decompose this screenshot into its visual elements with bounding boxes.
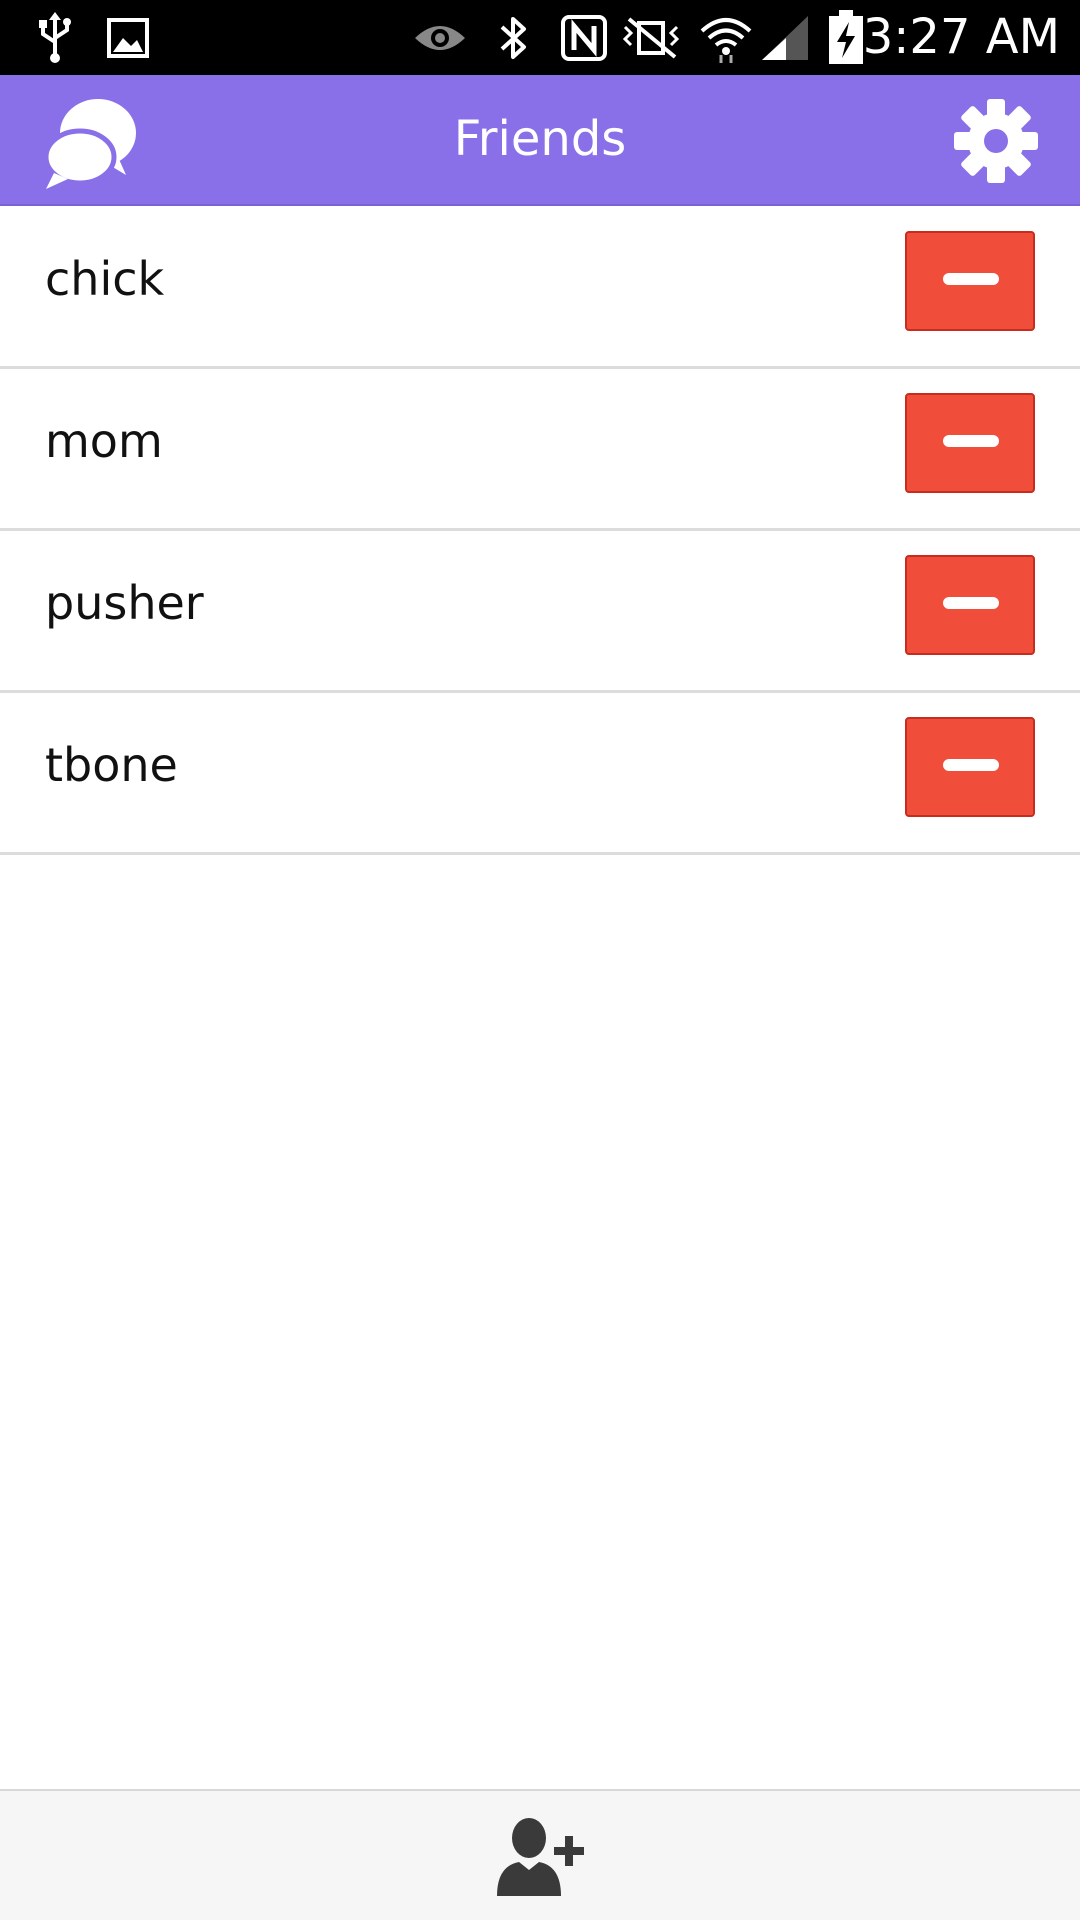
minus-icon [943, 435, 999, 447]
wifi-icon [698, 10, 754, 65]
image-icon [105, 10, 150, 65]
usb-icon [30, 10, 80, 65]
remove-friend-button[interactable] [905, 393, 1035, 493]
minus-icon [943, 273, 999, 285]
gear-icon[interactable] [952, 97, 1040, 185]
status-bar: 3:27 AM [0, 0, 1080, 75]
friend-name: tbone [45, 738, 178, 792]
remove-friend-button[interactable] [905, 555, 1035, 655]
signal-icon [760, 10, 810, 65]
status-time: 3:27 AM [862, 9, 1060, 65]
remove-friend-button[interactable] [905, 231, 1035, 331]
friend-row[interactable]: mom [0, 369, 1080, 531]
battery-charging-icon [826, 9, 866, 65]
eye-icon [412, 10, 468, 65]
friend-name: chick [45, 252, 165, 306]
friends-list: chick mom pusher tbone [0, 207, 1080, 855]
vibrate-icon [620, 10, 682, 65]
bluetooth-icon [492, 10, 534, 65]
remove-friend-button[interactable] [905, 717, 1035, 817]
friend-row[interactable]: tbone [0, 693, 1080, 855]
app-bar: Friends [0, 75, 1080, 206]
friend-name: mom [45, 414, 163, 468]
nfc-icon [558, 10, 610, 65]
friends-screen: 3:27 AM Friends chick mom pusher tbone [0, 0, 1080, 1920]
add-person-icon[interactable] [495, 1816, 585, 1898]
friend-row[interactable]: chick [0, 207, 1080, 369]
minus-icon [943, 597, 999, 609]
bottom-bar [0, 1789, 1080, 1920]
page-title: Friends [453, 111, 627, 167]
friend-name: pusher [45, 576, 204, 630]
friend-row[interactable]: pusher [0, 531, 1080, 693]
minus-icon [943, 759, 999, 771]
